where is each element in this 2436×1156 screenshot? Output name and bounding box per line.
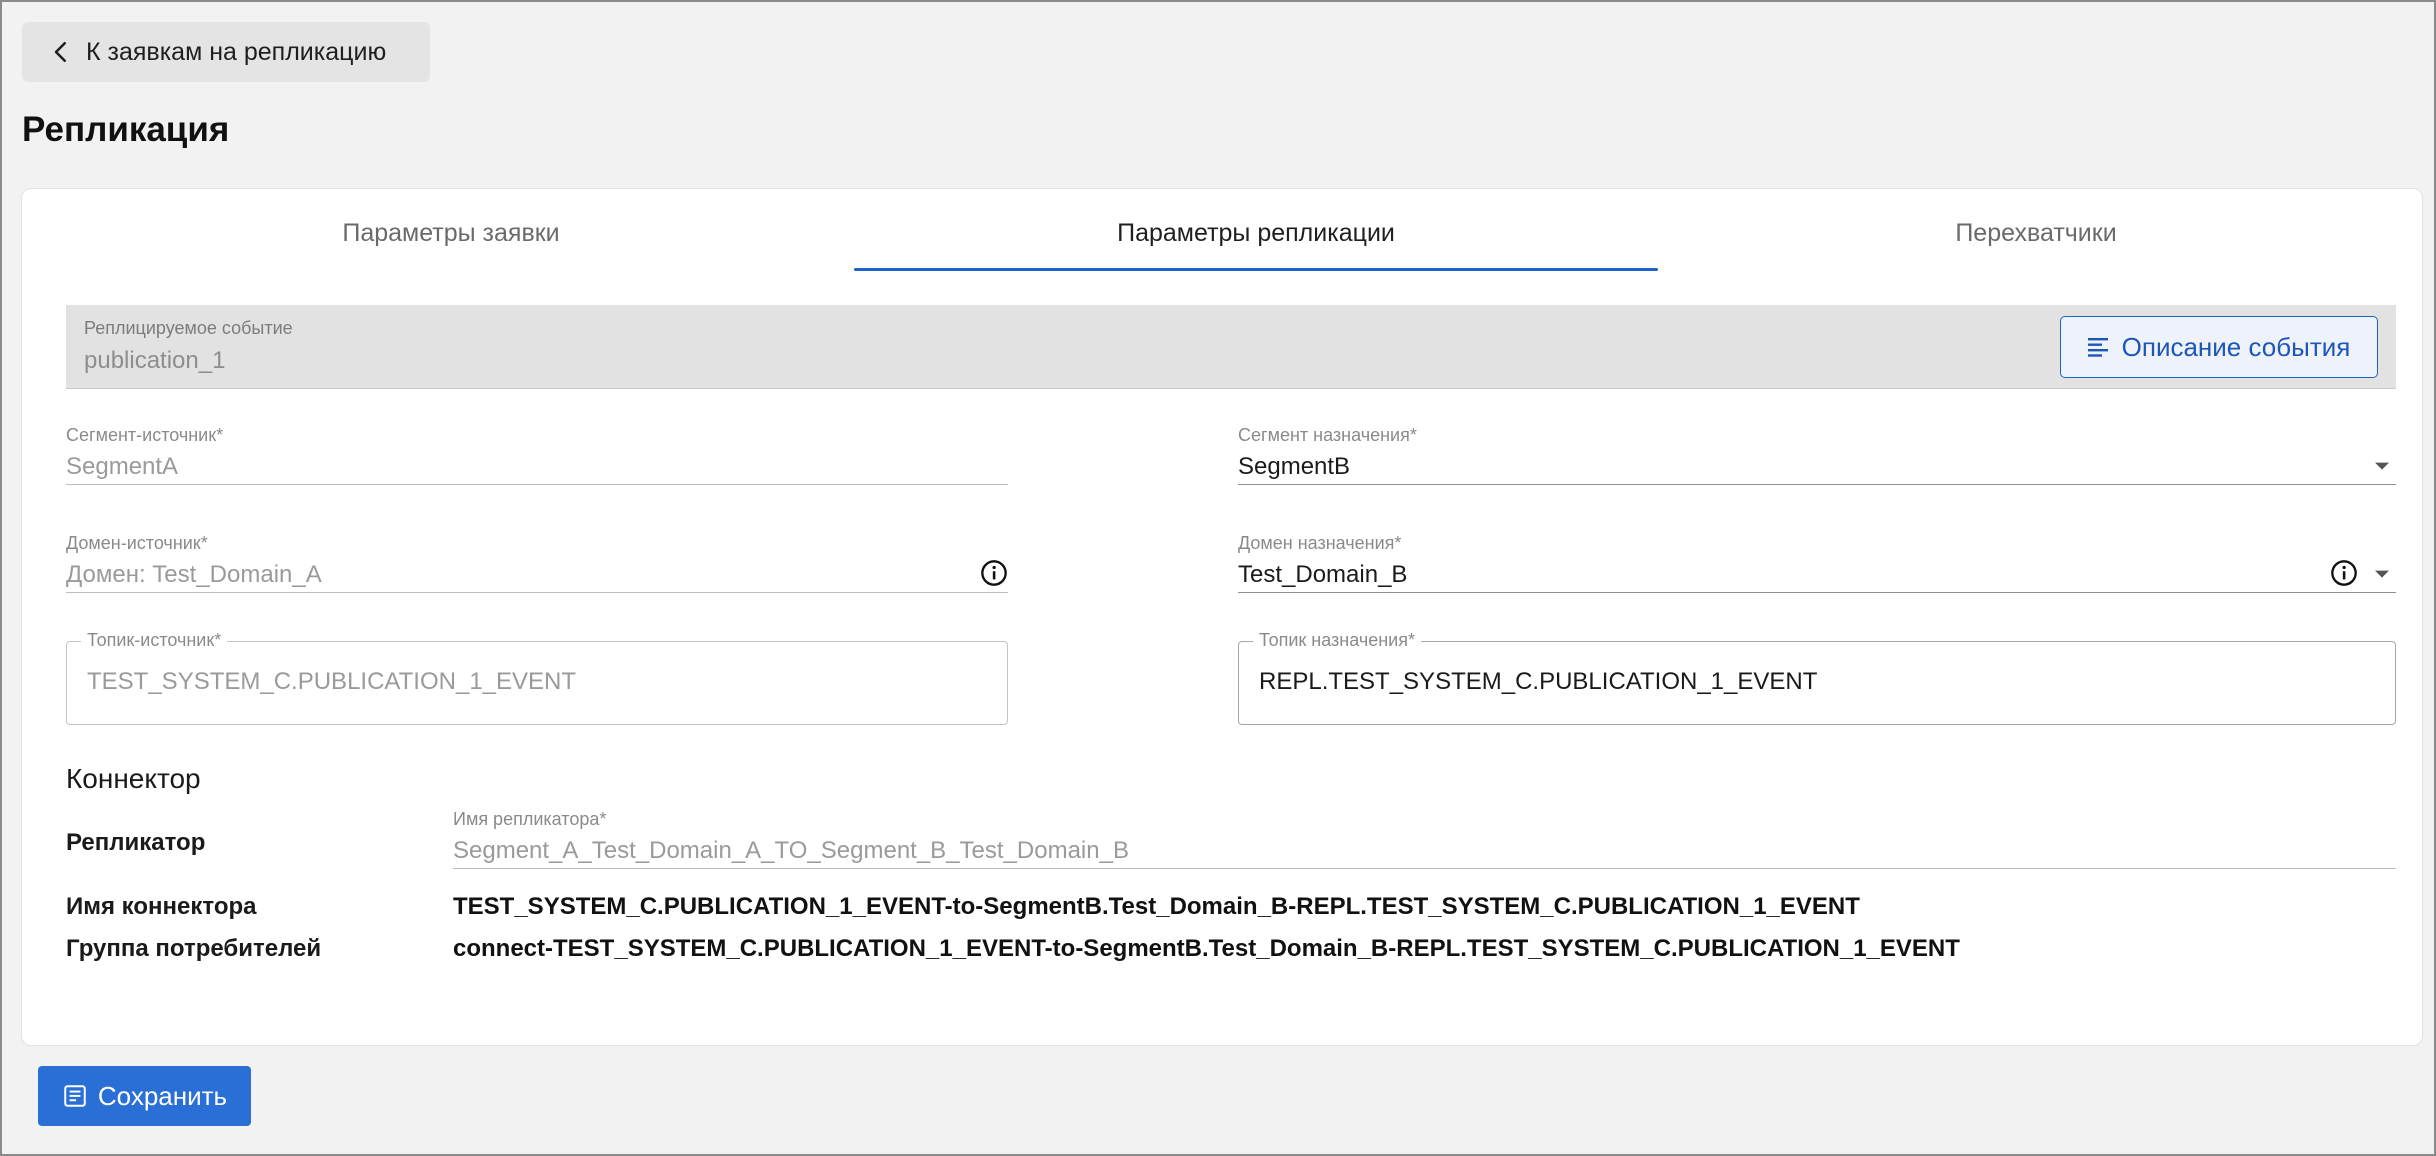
tab-label: Параметры репликации — [1117, 219, 1395, 247]
caret-down-icon[interactable] — [2368, 451, 2396, 479]
replicated-event-value: publication_1 — [84, 347, 226, 374]
target-segment-value: SegmentB — [1238, 453, 1351, 480]
tab-label: Параметры заявки — [342, 219, 560, 247]
chevron-left-icon — [54, 42, 66, 62]
consumer-group-value: connect-TEST_SYSTEM_C.PUBLICATION_1_EVEN… — [453, 935, 1960, 962]
event-description-button[interactable]: Описание события — [2060, 316, 2378, 378]
consumer-group-label: Группа потребителей — [66, 935, 322, 962]
caret-down-icon[interactable] — [2368, 559, 2396, 587]
replicator-name-value: Segment_A_Test_Domain_A_TO_Segment_B_Tes… — [453, 837, 1129, 864]
save-icon — [64, 1085, 86, 1107]
source-segment-label: Сегмент-источник* — [66, 425, 224, 445]
save-button[interactable]: Сохранить — [38, 1066, 251, 1126]
save-button-label: Сохранить — [97, 1080, 228, 1111]
source-domain-value: Домен: Test_Domain_A — [66, 561, 322, 588]
back-to-requests-button[interactable]: К заявкам на репликацию — [22, 22, 430, 82]
tabs: Параметры заявки Параметры репликации Пе… — [66, 215, 2396, 271]
target-topic-value: REPL.TEST_SYSTEM_C.PUBLICATION_1_EVENT — [1259, 668, 1818, 695]
page-title: Репликация — [22, 110, 230, 149]
replicator-name-field[interactable]: Имя репликатора* Segment_A_Test_Domain_A… — [453, 809, 2396, 869]
source-domain-field[interactable]: Домен-источник* Домен: Test_Domain_A — [66, 533, 1008, 593]
field-underline — [1238, 484, 2396, 485]
replicator-label: Репликатор — [66, 829, 206, 856]
target-domain-select[interactable]: Домен назначения* Test_Domain_B — [1238, 533, 2396, 593]
source-segment-value: SegmentA — [66, 453, 179, 480]
tab-replication-params[interactable]: Параметры репликации — [854, 215, 1658, 271]
source-topic-label: Топик-источник* — [81, 630, 228, 651]
replicated-event-label: Реплицируемое событие — [84, 318, 293, 338]
connector-section-title: Коннектор — [66, 763, 201, 794]
tab-request-params[interactable]: Параметры заявки — [66, 215, 836, 271]
field-underline — [453, 868, 2396, 869]
tab-label: Перехватчики — [1955, 219, 2117, 247]
field-underline — [1238, 592, 2396, 593]
event-description-label: Описание события — [2121, 331, 2351, 362]
info-circle-icon[interactable] — [2330, 559, 2358, 587]
connector-name-value: TEST_SYSTEM_C.PUBLICATION_1_EVENT-to-Seg… — [453, 893, 1860, 920]
source-topic-field[interactable]: Топик-источник* TEST_SYSTEM_C.PUBLICATIO… — [66, 630, 1008, 725]
lines-icon — [2087, 338, 2108, 357]
target-segment-label: Сегмент назначения* — [1238, 425, 1417, 445]
field-underline — [66, 592, 1008, 593]
source-topic-value: TEST_SYSTEM_C.PUBLICATION_1_EVENT — [87, 668, 577, 695]
target-domain-value: Test_Domain_B — [1238, 561, 1408, 588]
replicated-event-field: Реплицируемое событие publication_1 Опис… — [66, 305, 2396, 389]
source-segment-field[interactable]: Сегмент-источник* SegmentA — [66, 425, 1008, 485]
source-domain-label: Домен-источник* — [66, 533, 208, 553]
target-domain-label: Домен назначения* — [1238, 533, 1402, 553]
field-underline — [66, 484, 1008, 485]
info-circle-icon[interactable] — [980, 559, 1008, 587]
target-topic-label: Топик назначения* — [1253, 630, 1421, 651]
target-segment-select[interactable]: Сегмент назначения* SegmentB — [1238, 425, 2396, 485]
tab-interceptors[interactable]: Перехватчики — [1676, 215, 2396, 271]
back-button-label: К заявкам на репликацию — [86, 37, 387, 66]
app-frame: К заявкам на репликацию Репликация Парам… — [0, 0, 2436, 1156]
target-topic-field[interactable]: Топик назначения* REPL.TEST_SYSTEM_C.PUB… — [1238, 630, 2396, 725]
connector-name-label: Имя коннектора — [66, 893, 257, 920]
replication-card: Параметры заявки Параметры репликации Пе… — [21, 188, 2423, 1046]
replicator-name-label: Имя репликатора* — [453, 809, 607, 829]
